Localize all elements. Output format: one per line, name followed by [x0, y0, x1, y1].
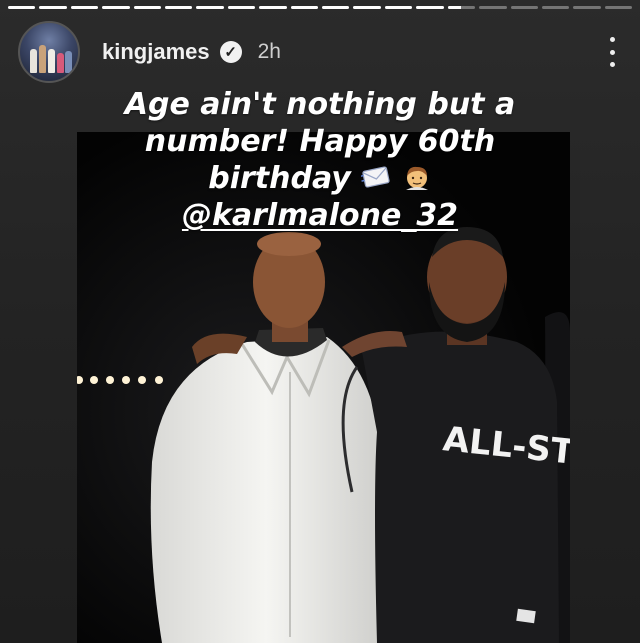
more-vertical-icon[interactable] [602, 37, 622, 67]
verified-badge-icon: ✓ [219, 41, 242, 63]
progress-segment [541, 6, 570, 9]
avatar-figure [65, 51, 72, 73]
progress-segment [8, 6, 36, 9]
avatar-figure [48, 49, 55, 73]
progress-segment [447, 6, 476, 9]
progress-segment [322, 6, 350, 9]
progress-segment [479, 6, 507, 9]
caption-text: birthday [208, 161, 351, 196]
progress-segment [604, 6, 633, 9]
progress-segment [416, 6, 444, 9]
avatar-figure [30, 49, 37, 73]
progress-segment [196, 6, 224, 9]
progress-segment [384, 6, 413, 9]
progress-segment [259, 6, 287, 9]
progress-segment [353, 6, 381, 9]
progress-segment [227, 6, 256, 9]
post-timestamp: 2h [257, 40, 281, 63]
mention-link[interactable]: @karlmalone_32 [60, 197, 580, 234]
story-caption: Age ain't nothing but a number! Happy 60… [60, 86, 580, 234]
progress-segment [165, 6, 193, 9]
profile-avatar[interactable] [18, 21, 80, 83]
progress-segment [102, 6, 130, 9]
story-progress-bar [8, 6, 633, 9]
progress-segment [70, 6, 99, 9]
avatar-figure [57, 53, 64, 73]
progress-segment [290, 6, 319, 9]
progress-segment [39, 6, 67, 9]
envelope-icon [361, 166, 390, 188]
progress-segment [573, 6, 601, 9]
username[interactable]: kingjames [102, 39, 210, 65]
progress-segment [133, 6, 162, 9]
story-header: kingjames ✓ 2h [18, 21, 622, 83]
progress-segment [510, 6, 538, 9]
avatar-figure [39, 45, 46, 73]
caption-line: number! Happy 60th [144, 124, 496, 159]
caption-line: Age ain't nothing but a [124, 87, 516, 122]
caption-line: birthday [60, 160, 580, 197]
man-icon [405, 166, 428, 190]
